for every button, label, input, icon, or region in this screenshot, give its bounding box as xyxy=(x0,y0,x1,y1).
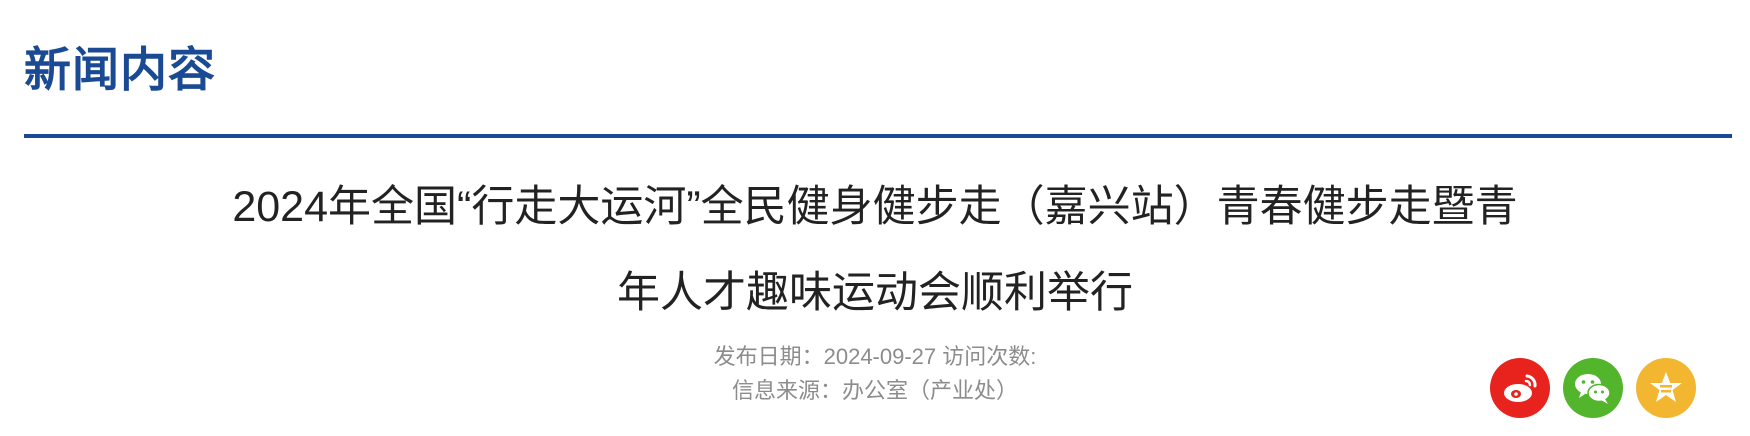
article-title: 2024年全国“行走大运河”全民健身健步走（嘉兴站）青春健步走暨青 年人才趣味运… xyxy=(140,164,1610,336)
share-wechat-button[interactable] xyxy=(1563,358,1623,418)
publish-info: 发布日期：2024-09-27 访问次数: xyxy=(713,344,1037,369)
section-title: 新闻内容 xyxy=(24,43,216,96)
share-weibo-button[interactable] xyxy=(1490,358,1550,418)
source-info: 信息来源：办公室（产业处） xyxy=(731,378,1018,403)
title-divider xyxy=(24,134,1732,138)
star-icon xyxy=(1650,372,1682,402)
wechat-icon xyxy=(1575,374,1611,404)
share-favorite-button[interactable] xyxy=(1636,358,1696,418)
weibo-icon xyxy=(1504,374,1537,402)
article-title-line1: 2024年全国“行走大运河”全民健身健步走（嘉兴站）青春健步走暨青 xyxy=(232,183,1518,231)
article-title-line2: 年人才趣味运动会顺利举行 xyxy=(617,269,1133,317)
